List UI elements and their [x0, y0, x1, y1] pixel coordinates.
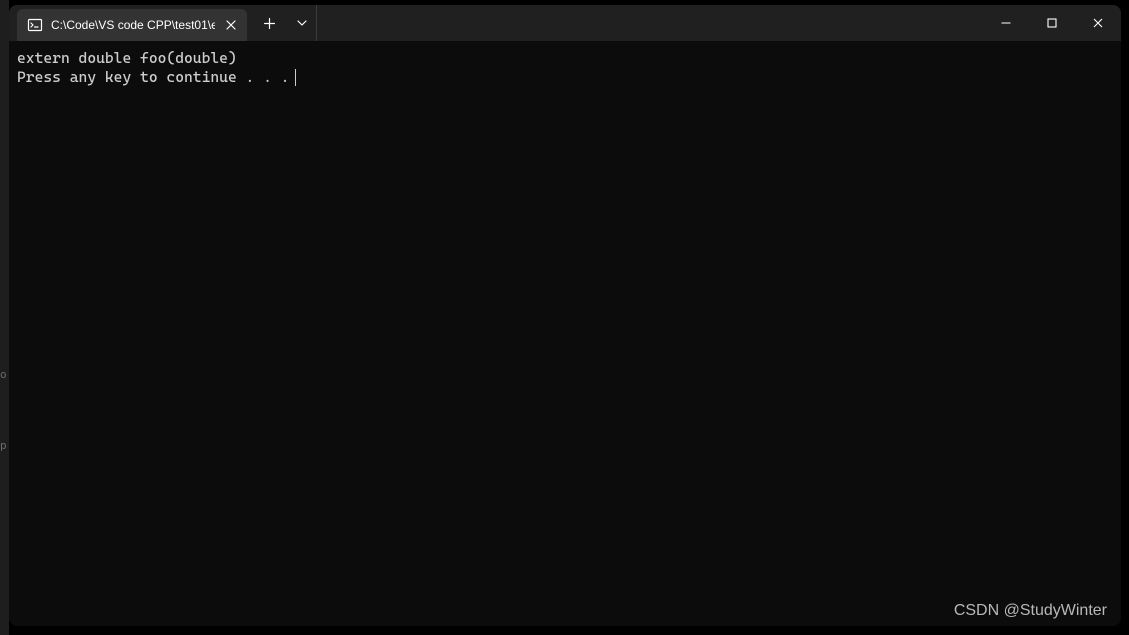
tab-strip: C:\Code\VS code CPP\test01\e [9, 5, 317, 41]
maximize-button[interactable] [1029, 5, 1075, 41]
output-line: extern double foo(double) [17, 49, 237, 67]
active-tab[interactable]: C:\Code\VS code CPP\test01\e [17, 9, 247, 41]
watermark-text: CSDN @StudyWinter [954, 602, 1107, 620]
tab-dropdown-button[interactable] [287, 5, 317, 41]
output-line: Press any key to continue . . . [17, 68, 289, 86]
new-tab-button[interactable] [251, 5, 287, 41]
close-window-button[interactable] [1075, 5, 1121, 41]
background-editor-edge: o p [0, 0, 9, 635]
minimize-button[interactable] [983, 5, 1029, 41]
titlebar-drag-area[interactable] [317, 5, 983, 41]
terminal-icon [27, 17, 43, 33]
text-cursor [295, 69, 296, 86]
terminal-viewport[interactable]: extern double foo(double) Press any key … [9, 41, 1121, 626]
tab-title: C:\Code\VS code CPP\test01\e [51, 18, 215, 32]
terminal-window: C:\Code\VS code CPP\test01\e [9, 5, 1121, 626]
terminal-output: extern double foo(double) Press any key … [17, 49, 1113, 87]
window-controls [983, 5, 1121, 41]
titlebar[interactable]: C:\Code\VS code CPP\test01\e [9, 5, 1121, 41]
close-tab-button[interactable] [223, 17, 239, 33]
edge-char: o [0, 368, 7, 381]
edge-char: p [0, 439, 7, 452]
